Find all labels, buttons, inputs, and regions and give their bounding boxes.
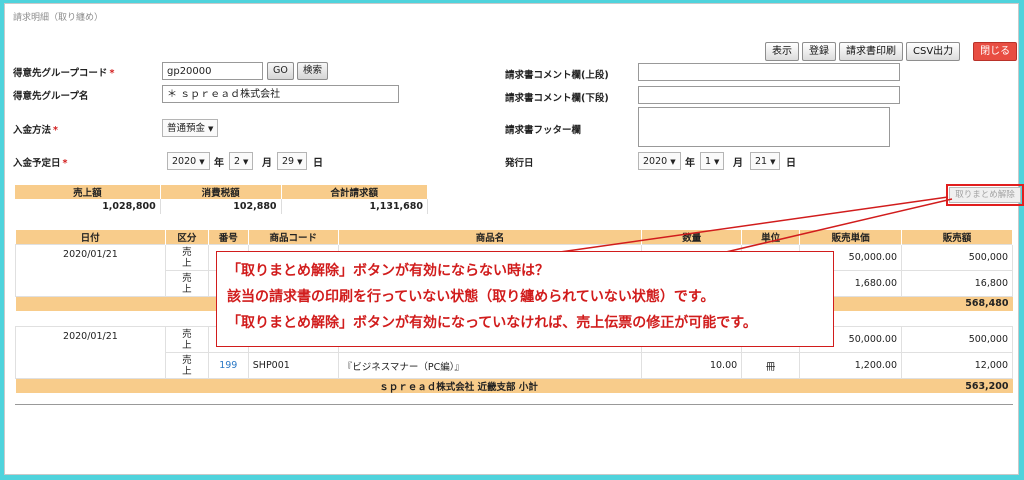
tax-amount-header: 消費税額 [160, 185, 282, 199]
footer-label: 請求書フッター欄 [505, 125, 582, 136]
go-button[interactable]: GO [267, 62, 294, 80]
row-unit: 冊 [741, 352, 801, 379]
release-grouping-button[interactable]: 取りまとめ解除 [949, 187, 1021, 203]
row-amount: 12,000 [901, 352, 1013, 379]
row-date: 2020/01/21 [15, 326, 166, 379]
row-kubun: 売 上 [164, 352, 209, 379]
required-mark: * [53, 125, 58, 136]
group-code-input[interactable]: gp20000 [162, 62, 263, 80]
comment-top-label: 請求書コメント欄(上段) [505, 70, 609, 81]
due-year-select[interactable]: 2020 ▼ [167, 152, 210, 170]
payment-method-label: 入金方法 * [13, 125, 58, 136]
row-amount: 500,000 [901, 244, 1013, 271]
comment-bottom-label: 請求書コメント欄(下段) [505, 93, 609, 104]
total-amount-header: 合計請求額 [281, 185, 429, 199]
tax-amount: 102,880 [160, 199, 282, 214]
col-kubun: 区分 [165, 230, 209, 245]
year-unit: 年 [685, 158, 695, 169]
chevron-down-icon: ▼ [770, 158, 776, 166]
row-kubun: 売 上 [164, 326, 209, 353]
divider [15, 404, 1013, 405]
total-amount: 1,131,680 [281, 199, 429, 214]
show-button[interactable]: 表示 [765, 42, 799, 61]
comment-bottom-input[interactable] [638, 86, 900, 104]
row-code: SHP001 [247, 352, 339, 379]
row-price: 1,200.00 [799, 352, 903, 379]
col-number: 番号 [208, 230, 249, 245]
row-amount: 500,000 [901, 326, 1013, 353]
subtotal-label: ｓｐｒｅａｄ株式会社 近畿支部 小計 [15, 378, 902, 393]
issue-date-label: 発行日 [505, 158, 534, 169]
chevron-down-icon: ▼ [714, 158, 720, 166]
col-date: 日付 [15, 230, 166, 245]
month-unit: 月 [262, 158, 272, 169]
col-price: 販売単価 [799, 230, 903, 245]
register-button[interactable]: 登録 [802, 42, 836, 61]
group-code-label: 得意先グループコード * [13, 68, 115, 79]
release-highlight: 取りまとめ解除 [946, 184, 1024, 206]
page-title: 請求明細（取り纏め） [13, 13, 104, 23]
year-unit: 年 [214, 158, 224, 169]
csv-export-button[interactable]: CSV出力 [906, 42, 961, 61]
totals-table: 売上額 消費税額 合計請求額 1,028,800 102,880 1,131,6… [15, 185, 429, 214]
issue-month-select[interactable]: 1 ▼ [700, 152, 725, 170]
payment-method-select[interactable]: 普通預金 ▼ [162, 119, 219, 137]
group-name-field[interactable]: ＊ ｓｐｒｅａｄ株式会社 [162, 85, 399, 103]
col-name: 商品名 [338, 230, 643, 245]
sales-amount: 1,028,800 [15, 199, 161, 214]
row-number-link[interactable]: 199 [207, 352, 249, 379]
footer-textarea[interactable] [638, 107, 890, 147]
col-amount: 販売額 [901, 230, 1013, 245]
callout-line-2: 該当の請求書の印刷を行っていない状態（取り纏められていない状態）です。 [227, 289, 715, 305]
callout-line-3: 「取りまとめ解除」ボタンが有効になっていなければ、売上伝票の修正が可能です。 [227, 315, 757, 331]
chevron-down-icon: ▼ [670, 158, 676, 166]
col-qty: 数量 [641, 230, 743, 245]
chevron-down-icon: ▼ [243, 158, 249, 166]
issue-day-select[interactable]: 21 ▼ [750, 152, 781, 170]
close-button[interactable]: 閉じる [973, 42, 1018, 61]
search-button[interactable]: 検索 [297, 62, 329, 80]
due-day-select[interactable]: 29 ▼ [277, 152, 308, 170]
day-unit: 日 [313, 158, 323, 169]
toolbar: 表示 登録 請求書印刷 CSV出力 閉じる [765, 42, 1018, 61]
subtotal-row: ｓｐｒｅａｄ株式会社 近畿支部 小計 563,200 [15, 378, 1013, 393]
chevron-down-icon: ▼ [199, 158, 205, 166]
required-mark: * [109, 68, 115, 79]
required-mark: * [62, 158, 68, 169]
col-unit: 単位 [741, 230, 801, 245]
row-kubun: 売 上 [164, 244, 209, 271]
annotation-callout: 「取りまとめ解除」ボタンが有効にならない時は？ 該当の請求書の印刷を行っていない… [216, 251, 834, 347]
row-date: 2020/01/21 [15, 244, 166, 297]
month-unit: 月 [733, 158, 743, 169]
sales-amount-header: 売上額 [15, 185, 161, 199]
row-kubun: 売 上 [164, 270, 209, 297]
comment-top-input[interactable] [638, 63, 900, 81]
due-month-select[interactable]: 2 ▼ [229, 152, 254, 170]
day-unit: 日 [786, 158, 796, 169]
chevron-down-icon: ▼ [208, 125, 214, 133]
subtotal-amount: 563,200 [901, 378, 1013, 393]
row-qty: 10.00 [641, 352, 743, 379]
row-name: 『ビジネスマナー（PC編）』 [337, 352, 643, 379]
due-date-label: 入金予定日 * [13, 158, 68, 169]
chevron-down-icon: ▼ [297, 158, 303, 166]
group-name-label: 得意先グループ名 [13, 91, 89, 102]
col-code: 商品コード [248, 230, 339, 245]
detail-header-row: 日付 区分 番号 商品コード 商品名 数量 単位 販売単価 販売額 [15, 230, 1013, 245]
row-amount: 16,800 [901, 270, 1013, 297]
issue-year-select[interactable]: 2020 ▼ [638, 152, 681, 170]
subtotal-amount: 568,480 [901, 296, 1013, 311]
main-window: 請求明細（取り纏め） 表示 登録 請求書印刷 CSV出力 閉じる 得意先グループ… [4, 3, 1024, 475]
callout-line-1: 「取りまとめ解除」ボタンが有効にならない時は？ [227, 263, 549, 279]
table-row[interactable]: 売 上 199 SHP001 『ビジネスマナー（PC編）』 10.00 冊 1,… [16, 352, 1013, 379]
print-invoice-button[interactable]: 請求書印刷 [839, 42, 903, 61]
